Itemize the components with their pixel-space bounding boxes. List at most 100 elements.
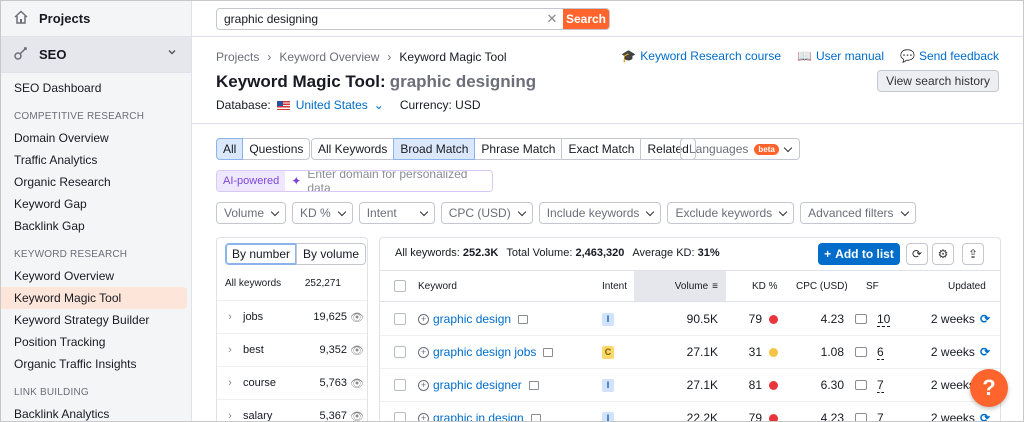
- sidebar-seo-label: SEO: [39, 47, 67, 62]
- keyword-link[interactable]: + graphic design: [418, 303, 529, 335]
- settings-gear-icon[interactable]: ⚙: [932, 243, 954, 265]
- filter-volume[interactable]: Volume: [216, 202, 287, 224]
- col-sf[interactable]: SF: [866, 271, 879, 301]
- sidebar-item-keyword-magic-tool[interactable]: Keyword Magic Tool: [1, 287, 187, 309]
- kd-value: 31: [730, 336, 778, 368]
- serp-icon[interactable]: [518, 314, 529, 324]
- group-row[interactable]: › best 9,352 👁: [217, 333, 367, 366]
- sort-by-number-button[interactable]: By number: [225, 243, 298, 265]
- refresh-icon[interactable]: ⟳: [906, 243, 928, 265]
- group-row[interactable]: › salary 5,367 👁: [217, 399, 367, 421]
- table-row[interactable]: + graphic design I 90.5K 79 4.23 10 2 weeks ⟳: [380, 303, 1000, 336]
- add-plus-icon[interactable]: +: [418, 379, 429, 391]
- sidebar-projects[interactable]: Projects: [1, 1, 191, 37]
- refresh-icon[interactable]: ⟳: [980, 345, 990, 359]
- filter-advanced[interactable]: Advanced filters: [800, 202, 916, 224]
- row-checkbox[interactable]: [394, 346, 406, 358]
- sidebar-item-organic-traffic-insights[interactable]: Organic Traffic Insights: [1, 353, 191, 375]
- question-filter: All Questions: [216, 138, 311, 160]
- add-plus-icon[interactable]: +: [418, 412, 429, 421]
- serp-icon[interactable]: [528, 380, 539, 390]
- sf-cell[interactable]: 10: [855, 303, 891, 335]
- chevron-down-icon: [419, 207, 428, 216]
- export-icon[interactable]: ⇪: [962, 243, 984, 265]
- clear-icon[interactable]: ✕: [541, 11, 563, 27]
- chevron-right-icon: ›: [228, 344, 232, 356]
- col-updated[interactable]: Updated: [948, 271, 986, 301]
- sidebar-seo[interactable]: SEO: [1, 37, 191, 73]
- volume-value: 27.1K: [686, 378, 718, 392]
- tab-exact-match[interactable]: Exact Match: [561, 138, 642, 160]
- row-checkbox[interactable]: [394, 313, 406, 325]
- user-manual-link[interactable]: 📖 User manual: [797, 49, 884, 63]
- select-all-checkbox[interactable]: [394, 280, 406, 292]
- breadcrumb-keyword-overview[interactable]: Keyword Overview: [279, 50, 379, 64]
- add-plus-icon[interactable]: +: [418, 313, 429, 325]
- breadcrumb-projects[interactable]: Projects: [216, 50, 259, 64]
- group-row[interactable]: › jobs 19,625 👁: [217, 300, 367, 333]
- add-to-list-button[interactable]: + Add to list: [818, 243, 900, 265]
- database-select[interactable]: United States: [296, 98, 368, 112]
- col-kd[interactable]: KD %: [752, 271, 778, 301]
- table-row[interactable]: + graphic design jobs C 27.1K 31 1.08 6 2 weeks…: [380, 336, 1000, 369]
- keyword-link[interactable]: + graphic design jobs: [418, 336, 554, 368]
- view-search-history-button[interactable]: View search history: [877, 70, 999, 92]
- ai-powered-tag: AI-powered: [217, 171, 286, 191]
- group-row[interactable]: › course 5,763 👁: [217, 366, 367, 399]
- col-intent[interactable]: Intent: [602, 271, 627, 301]
- col-volume[interactable]: Volume ≡: [634, 271, 726, 301]
- personalized-domain-input[interactable]: ✦ Enter domain for personalized data: [285, 171, 493, 191]
- sf-cell[interactable]: 7: [855, 369, 884, 401]
- send-feedback-link[interactable]: 💬 Send feedback: [900, 49, 999, 63]
- filter-intent[interactable]: Intent: [358, 202, 435, 224]
- chevron-right-icon: ›: [228, 377, 232, 389]
- sidebar-item-seo-dashboard[interactable]: SEO Dashboard: [1, 77, 191, 99]
- sidebar-item-position-tracking[interactable]: Position Tracking: [1, 331, 191, 353]
- sidebar-item-keyword-gap[interactable]: Keyword Gap: [1, 193, 191, 215]
- sort-by-volume-button[interactable]: By volume: [296, 243, 367, 265]
- sf-cell[interactable]: 6: [855, 336, 884, 368]
- help-links: 🎓 Keyword Research course 📖 User manual 💬 S…: [621, 49, 999, 63]
- add-plus-icon[interactable]: +: [418, 346, 429, 358]
- sidebar-item-traffic-analytics[interactable]: Traffic Analytics: [1, 149, 191, 171]
- filter-exclude-keywords[interactable]: Exclude keywords: [667, 202, 795, 224]
- col-keyword[interactable]: Keyword: [418, 271, 457, 301]
- refresh-icon[interactable]: ⟳: [980, 411, 990, 421]
- row-checkbox[interactable]: [394, 412, 406, 421]
- sidebar-item-backlink-analytics[interactable]: Backlink Analytics: [1, 403, 191, 421]
- help-button[interactable]: ?: [970, 369, 1008, 407]
- search-button[interactable]: Search: [563, 9, 609, 29]
- sidebar-item-backlink-gap[interactable]: Backlink Gap: [1, 215, 191, 237]
- table-row[interactable]: + graphic in design I 22.2K 79 4.23 7 2 weeks ⟳: [380, 402, 1000, 422]
- refresh-icon[interactable]: ⟳: [980, 312, 990, 326]
- filter-include-keywords[interactable]: Include keywords: [538, 202, 662, 224]
- sidebar-item-organic-research[interactable]: Organic Research: [1, 171, 191, 193]
- sf-cell[interactable]: 7: [855, 402, 884, 421]
- filter-cpc[interactable]: CPC (USD): [440, 202, 533, 224]
- sidebar-projects-label: Projects: [39, 11, 91, 26]
- tab-questions[interactable]: Questions: [242, 138, 311, 160]
- filter-kd[interactable]: KD %: [292, 202, 353, 224]
- sidebar-item-domain-overview[interactable]: Domain Overview: [1, 127, 191, 149]
- col-cpc[interactable]: CPC (USD): [796, 271, 848, 301]
- table-row[interactable]: +graphic designerI27.1K816.3072 weeks⟳: [380, 369, 1000, 402]
- chevron-down-icon: [337, 207, 346, 216]
- sidebar-item-keyword-overview[interactable]: Keyword Overview: [1, 265, 191, 287]
- tab-all-keywords[interactable]: All Keywords: [311, 138, 395, 160]
- tab-all[interactable]: All: [216, 138, 244, 160]
- serp-icon[interactable]: [543, 347, 554, 357]
- sidebar-item-keyword-strategy-builder[interactable]: Keyword Strategy Builder: [1, 309, 191, 331]
- serp-icon[interactable]: [530, 413, 541, 421]
- keyword-link[interactable]: + graphic in design: [418, 402, 541, 421]
- languages-dropdown[interactable]: Languages beta: [680, 138, 800, 160]
- course-link[interactable]: 🎓 Keyword Research course: [621, 49, 781, 63]
- tab-broad-match[interactable]: Broad Match: [393, 138, 476, 160]
- tab-phrase-match[interactable]: Phrase Match: [474, 138, 563, 160]
- chevron-down-icon[interactable]: ⌄: [374, 98, 384, 112]
- plus-icon: +: [824, 247, 832, 261]
- volume-value: 22.2K: [686, 411, 718, 422]
- chevron-down-icon: [167, 47, 177, 60]
- row-checkbox[interactable]: [394, 379, 406, 391]
- search-input[interactable]: graphic designing: [217, 12, 541, 26]
- keyword-link[interactable]: + graphic designer: [418, 369, 539, 401]
